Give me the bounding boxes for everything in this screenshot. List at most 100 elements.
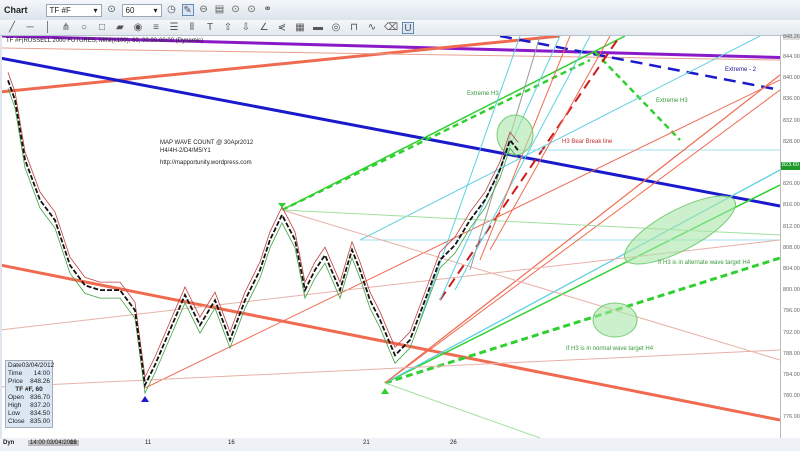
note-url: http://mapportunity.wordpress.com [160, 160, 252, 166]
target-icon[interactable]: ⊙ [230, 4, 242, 16]
price-tick: 820.00 [783, 181, 800, 188]
time-label: Time [8, 370, 23, 377]
light-green-line-2 [384, 382, 541, 438]
close-value: 835.00 [30, 418, 50, 425]
arrow-down-tool-icon[interactable]: ⇩ [240, 22, 252, 34]
price-tick: 828.00 [783, 138, 800, 145]
label-alt-target: If H3 is in alternate wave target H4 [658, 260, 751, 266]
price-value: 848.26 [30, 378, 50, 385]
bar-tool-icon[interactable]: ▬ [312, 22, 324, 34]
table-tool-icon[interactable]: ▦ [294, 22, 306, 34]
symbol-search-icon[interactable]: ⊙ [106, 4, 118, 16]
clock-icon[interactable]: ◷ [166, 4, 178, 16]
red-fan-1 [384, 74, 780, 384]
low-label: Low [8, 410, 20, 417]
fib-ext-tool-icon[interactable]: ☰ [168, 22, 180, 34]
box-tool-icon[interactable]: ⊓ [348, 22, 360, 34]
note-title: MAP WAVE COUNT @ 30Apr2012 [160, 140, 254, 146]
envelope-lower [7, 88, 519, 395]
label-extreme-2: Extreme - 2 [725, 67, 757, 73]
vline-tool-icon[interactable]: │ [42, 22, 54, 34]
template-icon[interactable]: ▤ [214, 4, 226, 16]
eraser-tool-icon[interactable]: ⌫ [384, 22, 398, 34]
high-value: 837.20 [30, 402, 50, 409]
drawing-toolbar: ╱ ─ │ ⋔ ○ □ ▰ ◉ ≡ ☰ ⦀ T ⇧ ⇩ ∠ ⋞ ▦ ▬ ◎ ⊓ … [0, 20, 800, 36]
chart-drawings [2, 36, 780, 438]
line-tool-icon[interactable]: ╱ [6, 22, 18, 34]
symbol-select[interactable]: TF #F ▾ [45, 3, 102, 17]
dyn-mode-button[interactable]: Dyn [3, 440, 14, 446]
price-tick: 780.00 [783, 393, 800, 400]
note-sub: H4/4H-2/D4/M5/Y1 [160, 148, 211, 154]
time-value: 14:00 [33, 370, 50, 377]
label-extreme-h3-right: Extreme H3 [656, 98, 688, 104]
price-label: Price [8, 378, 23, 385]
price-tick: 812.00 [783, 223, 800, 230]
open-label: Open [8, 394, 24, 401]
close-label: Close [8, 418, 25, 425]
fork-tool-icon[interactable]: ⋔ [60, 22, 72, 34]
link-icon[interactable]: ⚭ [262, 4, 274, 16]
price-tick: 796.00 [783, 308, 800, 315]
instrument-label: TF #F, 60 [15, 386, 43, 393]
magnet-icon[interactable]: U [402, 21, 414, 34]
price-tick: 816.00 [783, 202, 800, 209]
interval-value: 60 [125, 5, 135, 15]
eye-tool-icon[interactable]: ◎ [330, 22, 342, 34]
text-tool-icon[interactable]: T [204, 22, 216, 34]
green-line-top [281, 36, 626, 211]
price-tick: 836.00 [783, 96, 800, 103]
chevron-down-icon: ▾ [153, 5, 158, 15]
chart-plot-area[interactable]: TF #F|RUSSELL 2000 FUTURES, MINI(x100), … [2, 36, 780, 438]
arrow-up-tool-icon[interactable]: ⇧ [222, 22, 234, 34]
rect-tool-icon[interactable]: □ [96, 22, 108, 34]
label-bear-break: H3 Bear Break line [562, 139, 613, 145]
price-axis[interactable]: 848.26 823.60 844.00 840.00 836.00 832.00 82… [780, 34, 800, 438]
price-tick: 804.00 [783, 266, 800, 272]
minus-circle-icon[interactable]: ⊖ [198, 4, 210, 16]
blue-dashed-extreme-2 [499, 36, 780, 92]
hline-tool-icon[interactable]: ─ [24, 22, 36, 34]
green-dashed-extreme-h3-down [594, 51, 681, 141]
pencil-icon[interactable]: ✎ [181, 4, 194, 16]
price-tick: 788.00 [783, 350, 800, 357]
target-ellipse-h3 [496, 114, 534, 156]
ellipse-tool-icon[interactable]: ○ [78, 22, 90, 34]
angle-tool-icon[interactable]: ∠ [258, 22, 270, 34]
current-price-label: 823.60 [781, 162, 800, 170]
x-label: 11 [145, 440, 152, 446]
price-tick: 844.00 [783, 54, 800, 60]
price-top-label: 848.26 [783, 34, 800, 40]
wave-tool-icon[interactable]: ∿ [366, 22, 378, 34]
chart-header: TF #F|RUSSELL 2000 FUTURES, MINI(x100), … [6, 38, 204, 44]
window-toolbar: Chart TF #F ▾ ⊙ 60 ▾ ◷ ✎ ⊖ ▤ ⊙ ⊙ ⚭ [0, 0, 800, 20]
gann-tool-icon[interactable]: ◉ [132, 22, 144, 34]
open-value: 836.70 [30, 394, 50, 401]
price-tick: 800.00 [783, 287, 800, 294]
interval-select[interactable]: 60 ▾ [121, 3, 162, 17]
low-marker-2-icon [381, 388, 389, 394]
x-label: 06 [70, 440, 77, 446]
window-title: Chart [4, 5, 28, 15]
fib-tool-icon[interactable]: ≡ [150, 22, 162, 34]
price-tick: 808.00 [783, 244, 800, 251]
x-label: 21 [363, 440, 370, 446]
label-normal-target: If H3 is in normal wave target H4 [566, 346, 654, 352]
x-label: 16 [228, 440, 235, 446]
red-bottom-channel [2, 263, 780, 422]
low-value: 834.50 [30, 410, 50, 417]
symbol-value: TF #F [49, 5, 71, 15]
chevron-down-icon: ▾ [93, 5, 98, 15]
data-window: Date 03/04/2012 Time 14:00 Price 848.26 TF … [5, 360, 54, 428]
red-fan-2 [384, 89, 780, 384]
channel-tool-icon[interactable]: ▰ [114, 22, 126, 34]
blue-trendline [2, 56, 780, 208]
cycle-tool-icon[interactable]: ⦀ [186, 22, 198, 34]
time-axis[interactable]: Dyn 14:00 03/04/2012 06 11 16 21 26 [0, 438, 800, 451]
target-ellipse-normal [592, 302, 638, 338]
fan-tool-icon[interactable]: ⋞ [276, 22, 288, 34]
price-tick: 840.00 [783, 75, 800, 82]
price-tick: 792.00 [783, 329, 800, 336]
settings-icon[interactable]: ⊙ [246, 4, 258, 16]
price-tick: 784.00 [783, 372, 800, 378]
